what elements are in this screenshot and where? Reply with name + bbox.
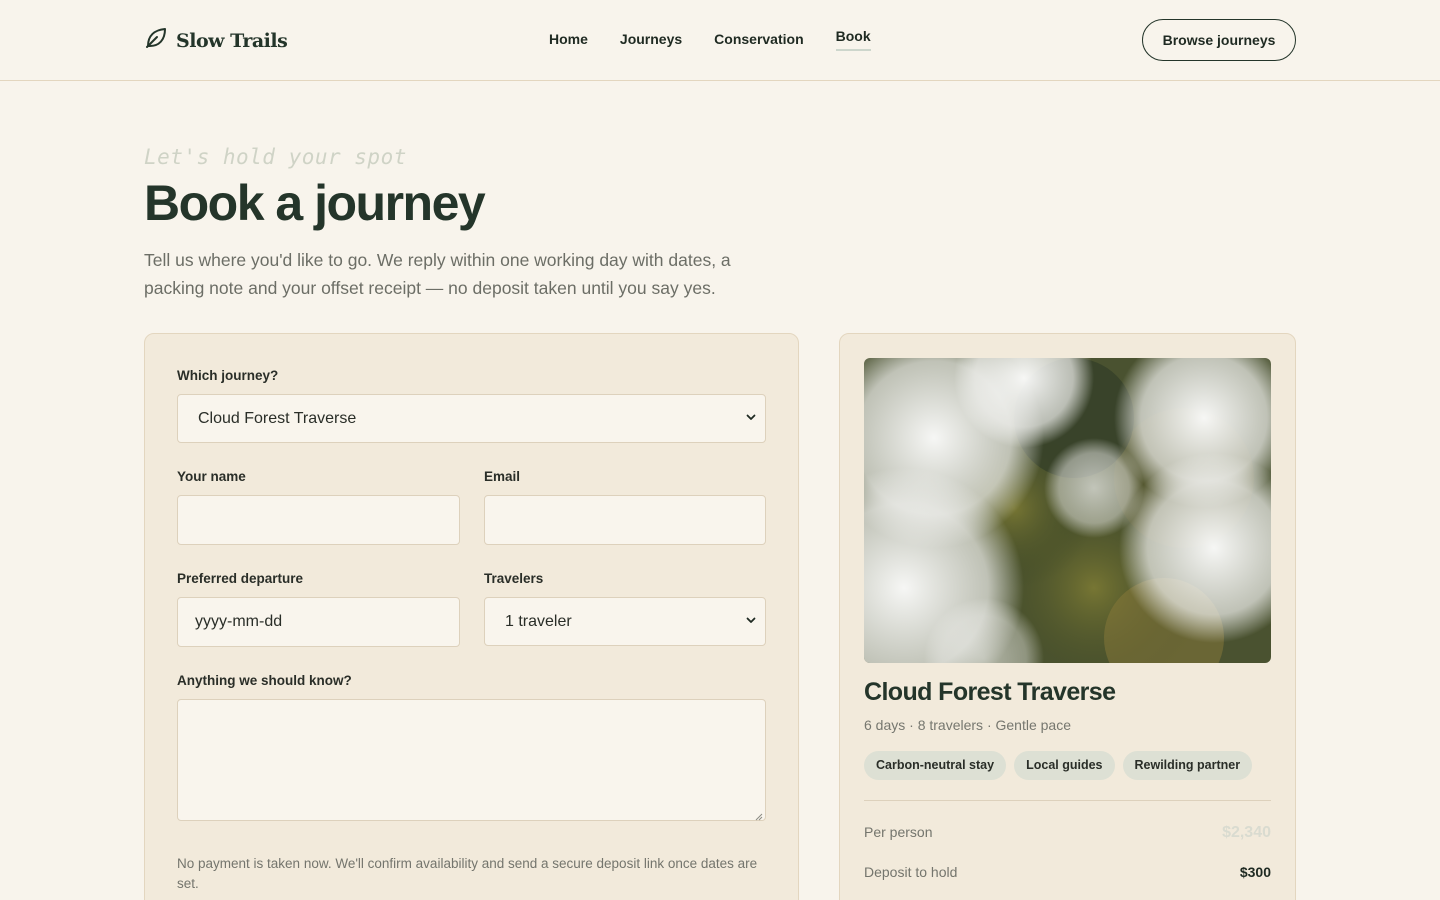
main-nav: Home Journeys Conservation Book <box>549 28 871 54</box>
deposit-label: Deposit to hold <box>864 864 958 880</box>
trip-title: Cloud Forest Traverse <box>864 678 1116 706</box>
travelers-select-value: 1 traveler <box>505 612 572 630</box>
hero-intro: Tell us where you'd like to go. We reply… <box>144 250 731 298</box>
departure-date-input[interactable]: yyyy-mm-dd <box>177 597 460 647</box>
browse-journeys-button[interactable]: Browse journeys <box>1142 19 1296 61</box>
per-person-label: Per person <box>864 824 933 840</box>
page-title: Book a journey <box>144 175 486 231</box>
name-field[interactable] <box>177 495 460 545</box>
journey-summary: Cloud Forest Traverse 6 days · 8 travele… <box>839 333 1296 900</box>
resize-grip-icon[interactable] <box>753 808 763 821</box>
email-label: Email <box>484 469 521 484</box>
nav-conservation[interactable]: Conservation <box>714 31 803 54</box>
nav-journeys[interactable]: Journeys <box>620 31 682 54</box>
tag-rewilding-partner: Rewilding partner <box>1122 751 1253 780</box>
nav-book[interactable]: Book <box>835 28 871 51</box>
chevron-down-icon <box>745 410 757 428</box>
nav-home[interactable]: Home <box>549 31 588 54</box>
notes-label: Anything we should know? <box>177 673 352 688</box>
price-row-deposit: Deposit to hold $300 <box>864 864 1271 880</box>
trip-tags: Carbon-neutral stay Local guides Rewildi… <box>864 751 1253 780</box>
deposit-value: $300 <box>1239 864 1271 880</box>
payment-note: No payment is taken now. We'll confirm a… <box>177 856 758 891</box>
booking-form: Which journey? Cloud Forest Traverse You… <box>144 333 799 900</box>
travelers-label: Travelers <box>484 571 544 586</box>
departure-label: Preferred departure <box>177 571 304 586</box>
hero-eyebrow: Let's hold your spot <box>144 145 407 169</box>
leaf-icon <box>144 26 168 55</box>
site-header: Slow Trails Home Journeys Conservation B… <box>0 0 1440 81</box>
notes-textarea[interactable] <box>177 699 766 821</box>
chevron-down-icon <box>745 613 757 631</box>
journey-select-value: Cloud Forest Traverse <box>198 409 357 427</box>
per-person-value: $2,340 <box>1222 824 1271 841</box>
summary-divider <box>864 800 1271 801</box>
brand-name: Slow Trails <box>176 29 288 52</box>
journey-select[interactable]: Cloud Forest Traverse <box>177 394 766 443</box>
name-label: Your name <box>177 469 246 484</box>
brand-logo[interactable]: Slow Trails <box>144 26 288 55</box>
price-row-per-person: Per person $2,340 <box>864 824 1271 842</box>
email-field[interactable] <box>484 495 766 545</box>
travelers-select[interactable]: 1 traveler <box>484 597 766 646</box>
tag-carbon-neutral: Carbon-neutral stay <box>864 751 1007 780</box>
journey-photo <box>864 358 1271 663</box>
journey-label: Which journey? <box>177 368 279 383</box>
departure-placeholder: yyyy-mm-dd <box>195 613 283 630</box>
trip-meta: 6 days · 8 travelers · Gentle pace <box>864 717 1071 733</box>
tag-local-guides: Local guides <box>1014 751 1115 780</box>
